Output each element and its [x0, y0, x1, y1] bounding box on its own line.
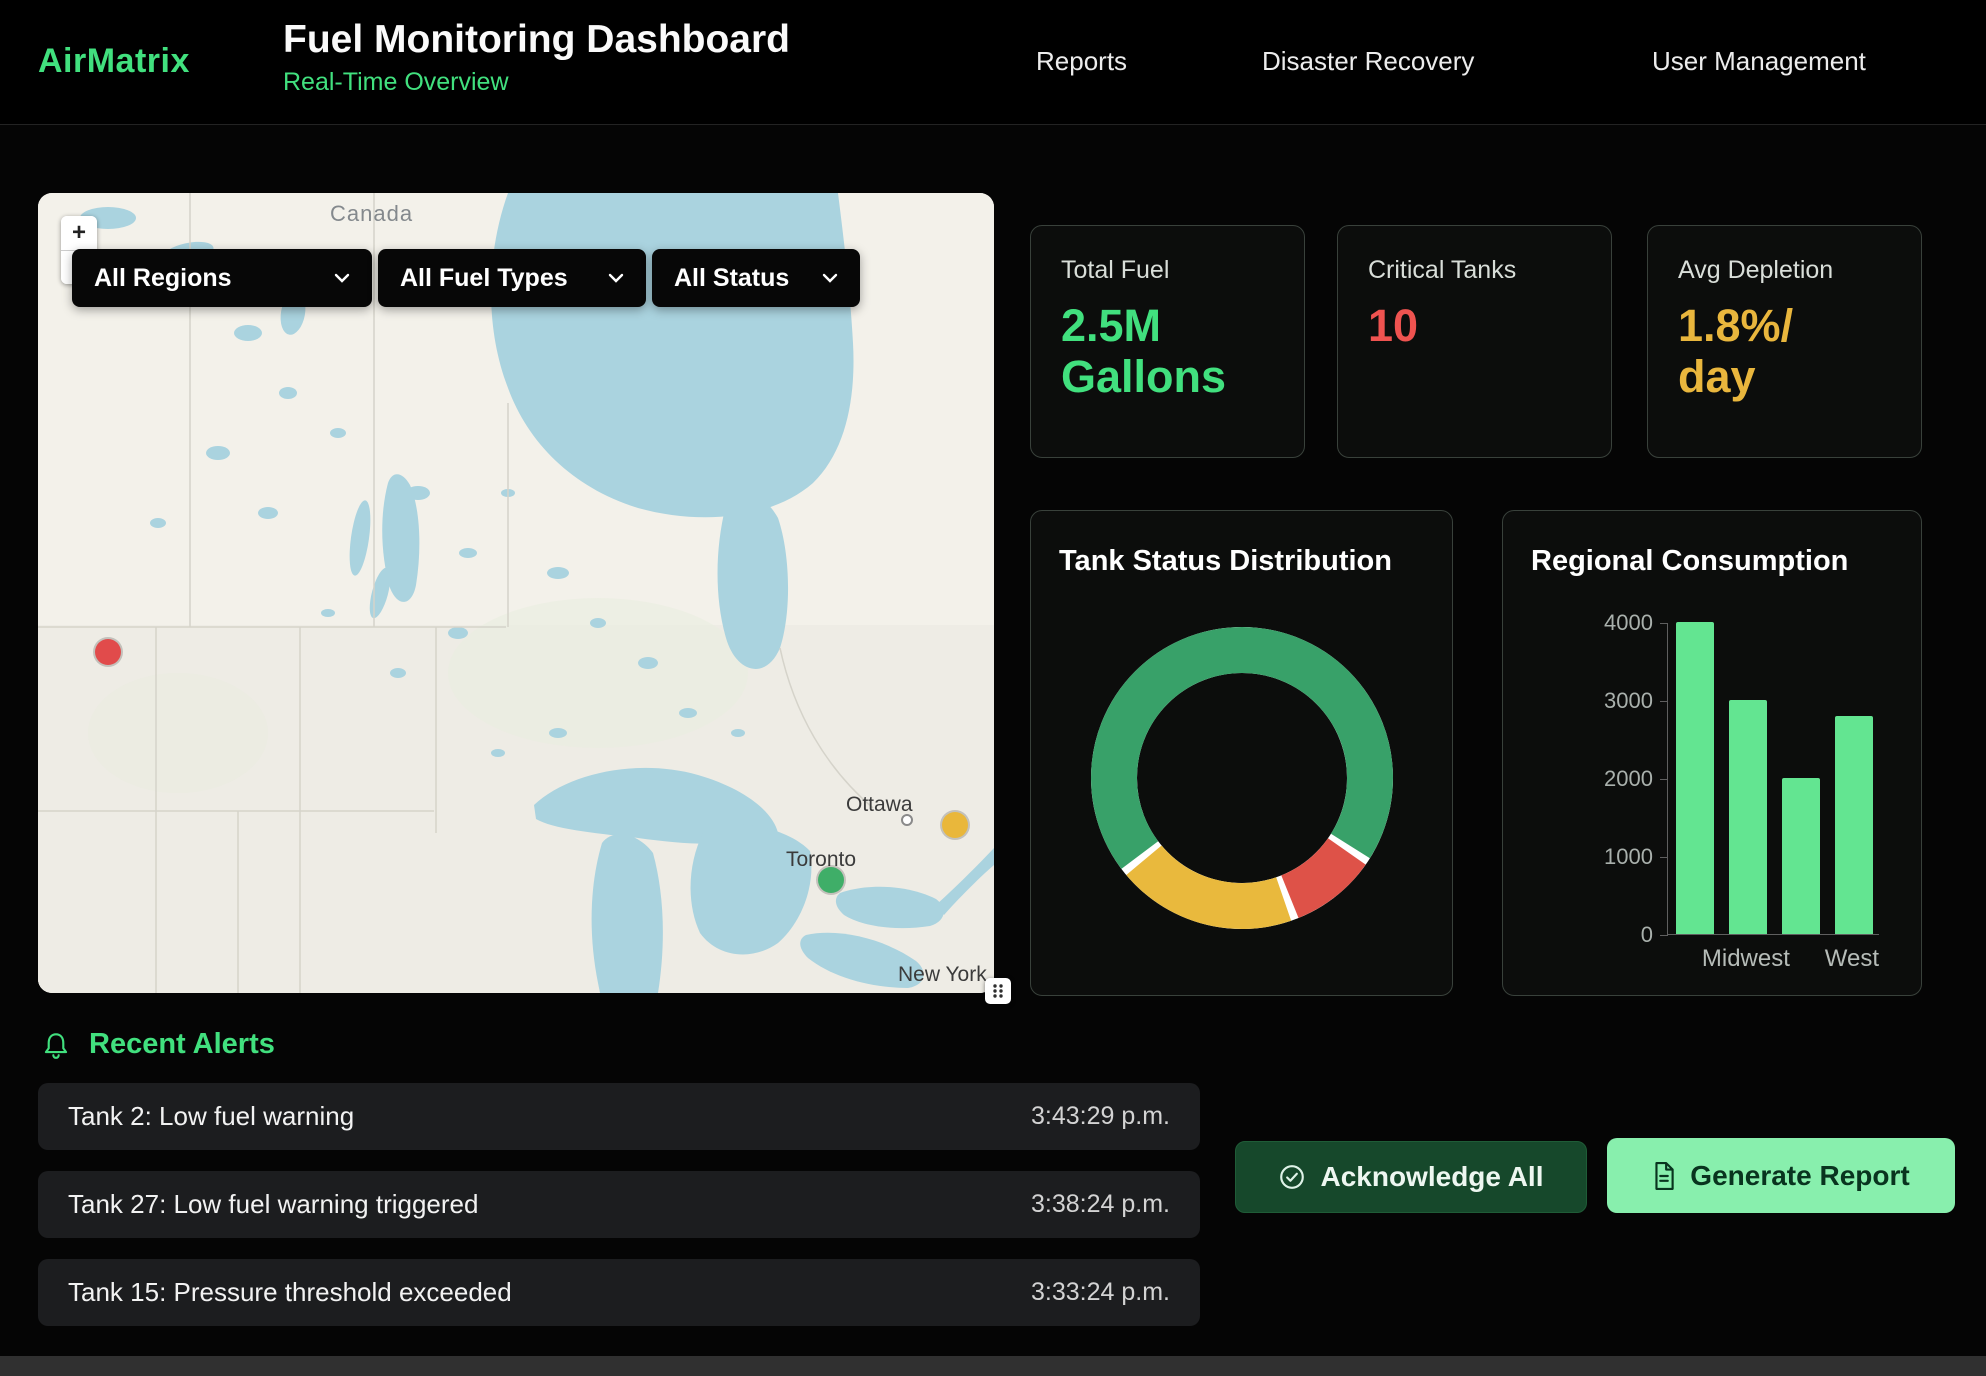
acknowledge-all-label: Acknowledge All: [1320, 1161, 1543, 1193]
map-marker-normal[interactable]: [818, 867, 844, 893]
regional-consumption-bar-chart: 01000200030004000 MidwestWest: [1583, 623, 1903, 1023]
alert-row[interactable]: Tank 27: Low fuel warning triggered 3:38…: [38, 1171, 1200, 1238]
check-circle-icon: [1278, 1163, 1306, 1191]
axis-tick: [1660, 779, 1668, 780]
stat-value-line: Gallons: [1061, 352, 1274, 403]
stat-value: 10: [1368, 301, 1581, 352]
tank-status-card: Tank Status Distribution: [1030, 510, 1453, 996]
alert-row[interactable]: Tank 15: Pressure threshold exceeded 3:3…: [38, 1259, 1200, 1326]
map-filter-bar: All Regions All Fuel Types All Status: [72, 249, 860, 307]
brand-logo[interactable]: AirMatrix: [38, 42, 190, 81]
bar-x-label: [1790, 945, 1825, 973]
bar-plot-area: [1667, 623, 1879, 935]
bar-y-tick-label: 3000: [1583, 688, 1653, 714]
stat-card-avg-depletion: Avg Depletion 1.8%/ day: [1647, 225, 1922, 458]
bar-2: [1782, 778, 1820, 934]
fuel-type-filter-label: All Fuel Types: [400, 264, 568, 293]
stat-value: 1.8%/ day: [1678, 301, 1891, 403]
page-title: Fuel Monitoring Dashboard: [283, 18, 790, 62]
stat-value-line: 10: [1368, 301, 1581, 352]
map-marker-warning[interactable]: [942, 812, 968, 838]
region-filter-label: All Regions: [94, 264, 232, 293]
generate-report-label: Generate Report: [1690, 1160, 1909, 1192]
alert-timestamp: 3:38:24 p.m.: [1031, 1190, 1170, 1219]
region-filter-dropdown[interactable]: All Regions: [72, 249, 372, 307]
map-label-country: Canada: [330, 201, 413, 227]
stat-label: Avg Depletion: [1678, 256, 1891, 285]
bar-3: [1835, 716, 1873, 934]
title-block: Fuel Monitoring Dashboard Real-Time Over…: [283, 18, 790, 97]
zoom-in-button[interactable]: +: [61, 216, 97, 250]
map-canvas[interactable]: [38, 193, 994, 993]
map-marker-critical[interactable]: [95, 639, 121, 665]
chevron-down-icon: [334, 273, 350, 283]
bell-icon: [41, 1030, 71, 1060]
bar-y-axis: 01000200030004000: [1583, 623, 1653, 935]
alert-message: Tank 27: Low fuel warning triggered: [68, 1189, 478, 1220]
nav-reports[interactable]: Reports: [1036, 46, 1127, 77]
stat-value: 2.5M Gallons: [1061, 301, 1274, 403]
header: AirMatrix Fuel Monitoring Dashboard Real…: [0, 0, 1986, 125]
bar-x-label: West: [1825, 945, 1879, 973]
map-label-toronto: Toronto: [786, 848, 856, 872]
page-subtitle: Real-Time Overview: [283, 68, 790, 97]
bar-y-tick-label: 0: [1583, 922, 1653, 948]
bar-x-label: Midwest: [1702, 945, 1790, 973]
tank-status-donut-chart: [1082, 618, 1402, 938]
bar-x-label: [1667, 945, 1702, 973]
alert-timestamp: 3:43:29 p.m.: [1031, 1102, 1170, 1131]
status-filter-dropdown[interactable]: All Status: [652, 249, 860, 307]
regional-consumption-card: Regional Consumption 0 1000 2000 3000 4000 M…: [1502, 510, 1922, 996]
map-green-patch: [88, 673, 268, 793]
document-icon: [1652, 1162, 1676, 1190]
alert-row[interactable]: Tank 2: Low fuel warning 3:43:29 p.m.: [38, 1083, 1200, 1150]
map-label-ottawa: Ottawa: [846, 793, 913, 817]
stat-value-line: 2.5M: [1061, 301, 1274, 352]
drag-handle-icon[interactable]: [985, 978, 1011, 1004]
stat-label: Total Fuel: [1061, 256, 1274, 285]
axis-tick: [1660, 701, 1668, 702]
generate-report-button[interactable]: Generate Report: [1607, 1138, 1955, 1213]
axis-tick: [1660, 857, 1668, 858]
alert-message: Tank 2: Low fuel warning: [68, 1101, 354, 1132]
recent-alerts-header: Recent Alerts: [41, 1028, 275, 1061]
nav-disaster-recovery[interactable]: Disaster Recovery: [1262, 46, 1474, 77]
donut-chart-wrap: [1059, 618, 1424, 938]
stat-value-line: day: [1678, 352, 1891, 403]
axis-tick: [1660, 623, 1668, 624]
status-filter-label: All Status: [674, 264, 789, 293]
stat-label: Critical Tanks: [1368, 256, 1581, 285]
axis-tick: [1660, 935, 1668, 936]
alert-message: Tank 15: Pressure threshold exceeded: [68, 1277, 512, 1308]
bar-y-tick-label: 1000: [1583, 844, 1653, 870]
alert-timestamp: 3:33:24 p.m.: [1031, 1278, 1170, 1307]
stat-card-total-fuel: Total Fuel 2.5M Gallons: [1030, 225, 1305, 458]
bar-1: [1729, 700, 1767, 934]
map-label-new-york: New York: [898, 963, 987, 987]
fuel-type-filter-dropdown[interactable]: All Fuel Types: [378, 249, 646, 307]
nav-user-management[interactable]: User Management: [1652, 46, 1866, 77]
horizontal-scrollbar[interactable]: [0, 1356, 1986, 1376]
bar-y-tick-label: 4000: [1583, 610, 1653, 636]
bar-x-axis: Midwest West: [1667, 945, 1879, 973]
recent-alerts-title: Recent Alerts: [89, 1028, 275, 1061]
chevron-down-icon: [822, 273, 838, 283]
bar-0: [1676, 622, 1714, 934]
acknowledge-all-button[interactable]: Acknowledge All: [1235, 1141, 1587, 1213]
bar-y-tick-label: 2000: [1583, 766, 1653, 792]
stat-card-critical-tanks: Critical Tanks 10: [1337, 225, 1612, 458]
chart-title: Tank Status Distribution: [1059, 545, 1424, 578]
stat-value-line: 1.8%/: [1678, 301, 1891, 352]
chart-title: Regional Consumption: [1531, 545, 1893, 578]
chevron-down-icon: [608, 273, 624, 283]
map-panel[interactable]: Canada Ottawa Toronto New York + − All R…: [38, 193, 994, 993]
